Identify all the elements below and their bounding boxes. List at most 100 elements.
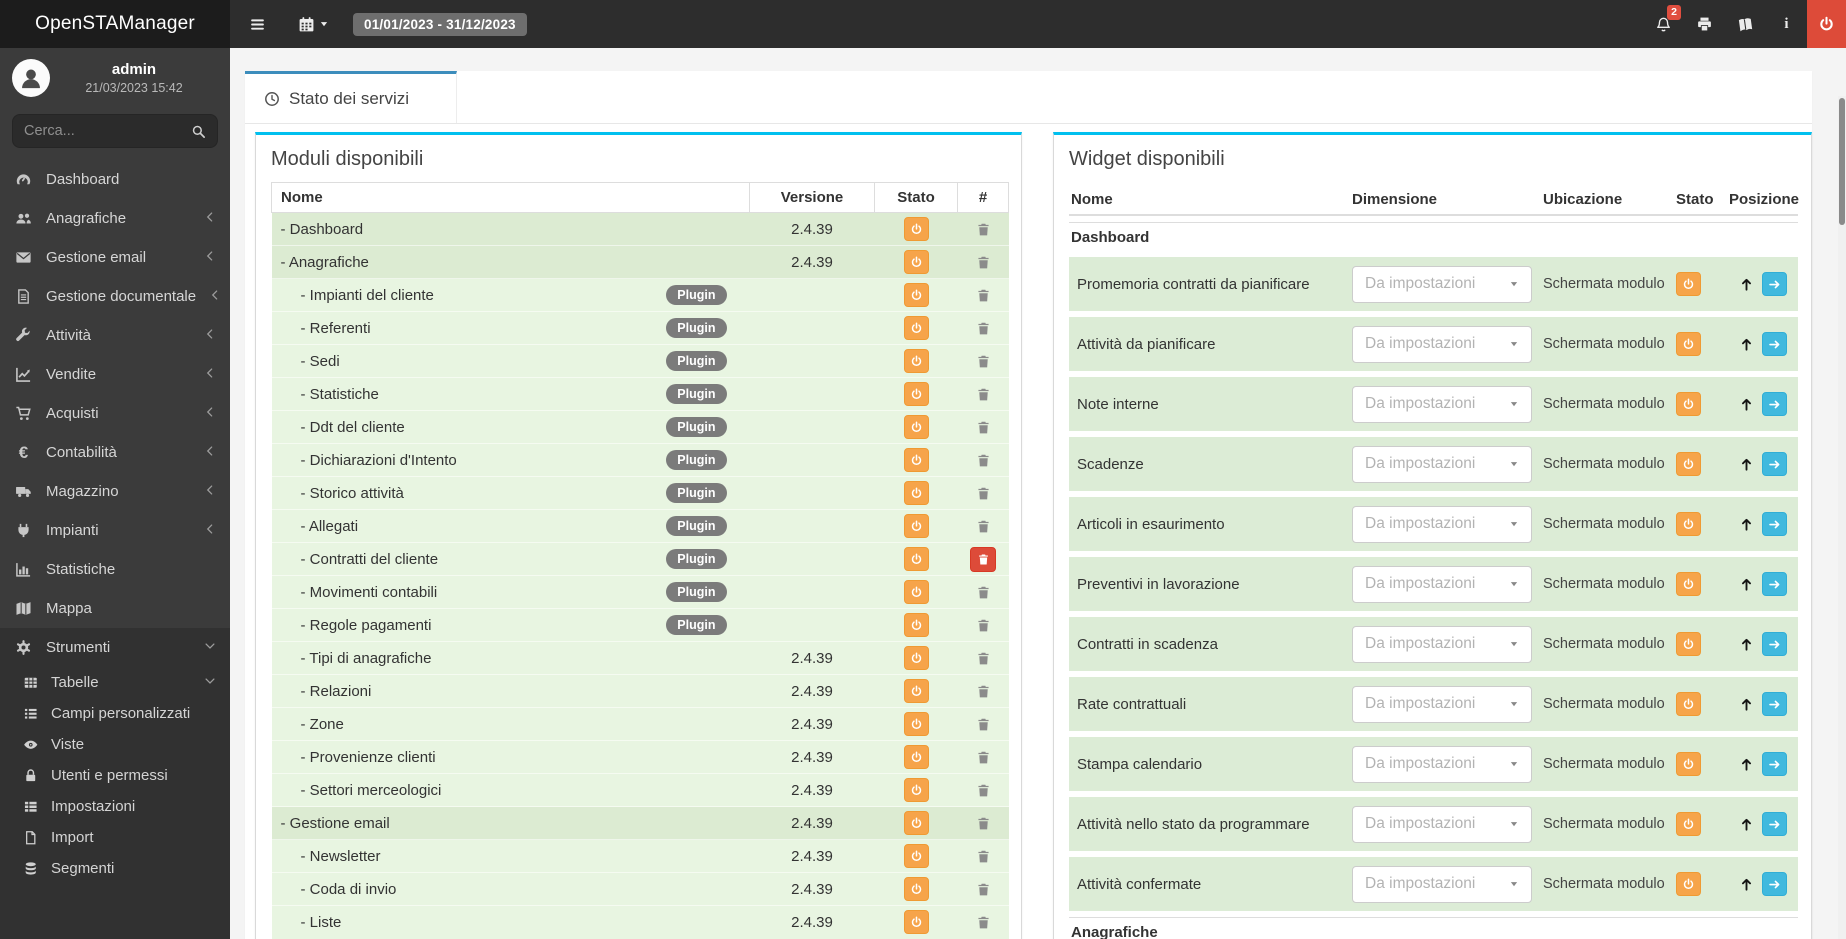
widget-move-up-button[interactable] xyxy=(1739,277,1754,292)
module-toggle-button[interactable] xyxy=(903,316,929,340)
widget-move-up-button[interactable] xyxy=(1739,457,1754,472)
sidebar-item-gestione-documentale[interactable]: Gestione documentale xyxy=(0,277,230,316)
sidebar-item-strumenti[interactable]: Strumenti xyxy=(0,628,230,667)
widget-toggle-button[interactable] xyxy=(1676,392,1701,416)
info-button[interactable]: i xyxy=(1766,0,1807,48)
module-toggle-button[interactable] xyxy=(903,844,929,868)
module-toggle-button[interactable] xyxy=(903,613,929,637)
module-delete-button[interactable] xyxy=(976,618,991,633)
widget-dimension-select[interactable]: Da impostazioni xyxy=(1352,685,1532,723)
widget-move-button[interactable] xyxy=(1761,272,1787,296)
date-range-badge[interactable]: 01/01/2023 - 31/12/2023 xyxy=(353,12,527,36)
module-delete-button[interactable] xyxy=(976,255,991,270)
module-toggle-button[interactable] xyxy=(903,448,929,472)
module-toggle-button[interactable] xyxy=(903,349,929,373)
sidebar-item-mappa[interactable]: Mappa xyxy=(0,589,230,628)
sidebar-subitem-campi-personalizzati[interactable]: Campi personalizzati xyxy=(0,698,230,729)
widget-move-up-button[interactable] xyxy=(1739,757,1754,772)
module-toggle-button[interactable] xyxy=(903,514,929,538)
widget-dimension-select[interactable]: Da impostazioni xyxy=(1352,445,1532,483)
module-delete-button[interactable] xyxy=(976,684,991,699)
logout-button[interactable] xyxy=(1807,0,1846,48)
widget-toggle-button[interactable] xyxy=(1676,512,1701,536)
widget-dimension-select[interactable]: Da impostazioni xyxy=(1352,505,1532,543)
sidebar-item-acquisti[interactable]: Acquisti xyxy=(0,394,230,433)
module-toggle-button[interactable] xyxy=(903,811,929,835)
widget-dimension-select[interactable]: Da impostazioni xyxy=(1352,805,1532,843)
module-toggle-button[interactable] xyxy=(903,580,929,604)
module-delete-button[interactable] xyxy=(976,453,991,468)
widget-dimension-select[interactable]: Da impostazioni xyxy=(1352,865,1532,903)
sidebar-item-statistiche[interactable]: Statistiche xyxy=(0,550,230,589)
sidebar-item-anagrafiche[interactable]: Anagrafiche xyxy=(0,199,230,238)
module-delete-button[interactable] xyxy=(976,222,991,237)
docs-button[interactable] xyxy=(1725,0,1766,48)
sidebar-item-magazzino[interactable]: Magazzino xyxy=(0,472,230,511)
widget-move-up-button[interactable] xyxy=(1739,337,1754,352)
widget-move-button[interactable] xyxy=(1761,512,1787,536)
module-toggle-button[interactable] xyxy=(903,217,929,241)
widget-move-button[interactable] xyxy=(1761,812,1787,836)
widget-dimension-select[interactable]: Da impostazioni xyxy=(1352,745,1532,783)
module-toggle-button[interactable] xyxy=(903,778,929,802)
scrollbar-thumb[interactable] xyxy=(1839,98,1845,225)
widget-toggle-button[interactable] xyxy=(1676,812,1701,836)
sidebar-item-impianti[interactable]: Impianti xyxy=(0,511,230,550)
widget-move-button[interactable] xyxy=(1761,452,1787,476)
sidebar-item-contabilit[interactable]: € Contabilità xyxy=(0,433,230,472)
module-delete-button[interactable] xyxy=(976,717,991,732)
module-delete-button[interactable] xyxy=(976,519,991,534)
widget-toggle-button[interactable] xyxy=(1676,572,1701,596)
sidebar-item-attivit[interactable]: Attività xyxy=(0,316,230,355)
widget-move-button[interactable] xyxy=(1761,692,1787,716)
module-toggle-button[interactable] xyxy=(903,382,929,406)
module-toggle-button[interactable] xyxy=(903,283,929,307)
search-input[interactable] xyxy=(24,123,191,139)
widget-dimension-select[interactable]: Da impostazioni xyxy=(1352,265,1532,303)
widget-dimension-select[interactable]: Da impostazioni xyxy=(1352,385,1532,423)
widget-toggle-button[interactable] xyxy=(1676,272,1701,296)
widget-toggle-button[interactable] xyxy=(1676,332,1701,356)
widget-toggle-button[interactable] xyxy=(1676,692,1701,716)
notifications-button[interactable]: 2 xyxy=(1643,0,1684,48)
module-toggle-button[interactable] xyxy=(903,910,929,935)
module-toggle-button[interactable] xyxy=(903,547,929,571)
module-delete-button[interactable] xyxy=(976,816,991,831)
module-delete-button[interactable] xyxy=(976,585,991,600)
sidebar-toggle-button[interactable] xyxy=(239,0,276,48)
print-button[interactable] xyxy=(1684,0,1725,48)
module-delete-button[interactable] xyxy=(976,915,991,930)
widget-move-button[interactable] xyxy=(1761,392,1787,416)
widget-dimension-select[interactable]: Da impostazioni xyxy=(1352,325,1532,363)
module-delete-button[interactable] xyxy=(976,420,991,435)
module-delete-button[interactable] xyxy=(976,651,991,666)
widget-move-button[interactable] xyxy=(1761,572,1787,596)
sidebar-subitem-impostazioni[interactable]: Impostazioni xyxy=(0,791,230,822)
tab-stato-dei-servizi[interactable]: Stato dei servizi xyxy=(245,71,457,123)
module-delete-button[interactable] xyxy=(976,750,991,765)
widget-move-up-button[interactable] xyxy=(1739,877,1754,892)
module-delete-button[interactable] xyxy=(970,546,996,572)
module-delete-button[interactable] xyxy=(976,288,991,303)
module-delete-button[interactable] xyxy=(976,486,991,501)
module-delete-button[interactable] xyxy=(976,783,991,798)
widget-move-up-button[interactable] xyxy=(1739,577,1754,592)
widget-move-up-button[interactable] xyxy=(1739,517,1754,532)
widget-toggle-button[interactable] xyxy=(1676,632,1701,656)
sidebar-item-dashboard[interactable]: Dashboard xyxy=(0,160,230,199)
module-delete-button[interactable] xyxy=(976,387,991,402)
module-toggle-button[interactable] xyxy=(903,679,929,703)
widget-move-button[interactable] xyxy=(1761,632,1787,656)
widget-move-button[interactable] xyxy=(1761,332,1787,356)
widget-toggle-button[interactable] xyxy=(1676,752,1701,776)
module-delete-button[interactable] xyxy=(976,882,991,897)
widget-toggle-button[interactable] xyxy=(1676,452,1701,476)
widget-move-up-button[interactable] xyxy=(1739,817,1754,832)
widget-move-up-button[interactable] xyxy=(1739,637,1754,652)
widget-dimension-select[interactable]: Da impostazioni xyxy=(1352,565,1532,603)
sidebar-subitem-utenti-e-permessi[interactable]: Utenti e permessi xyxy=(0,760,230,791)
sidebar-subitem-tabelle[interactable]: Tabelle xyxy=(0,667,230,698)
widget-toggle-button[interactable] xyxy=(1676,872,1701,896)
module-toggle-button[interactable] xyxy=(903,415,929,439)
sidebar-subitem-viste[interactable]: Viste xyxy=(0,729,230,760)
